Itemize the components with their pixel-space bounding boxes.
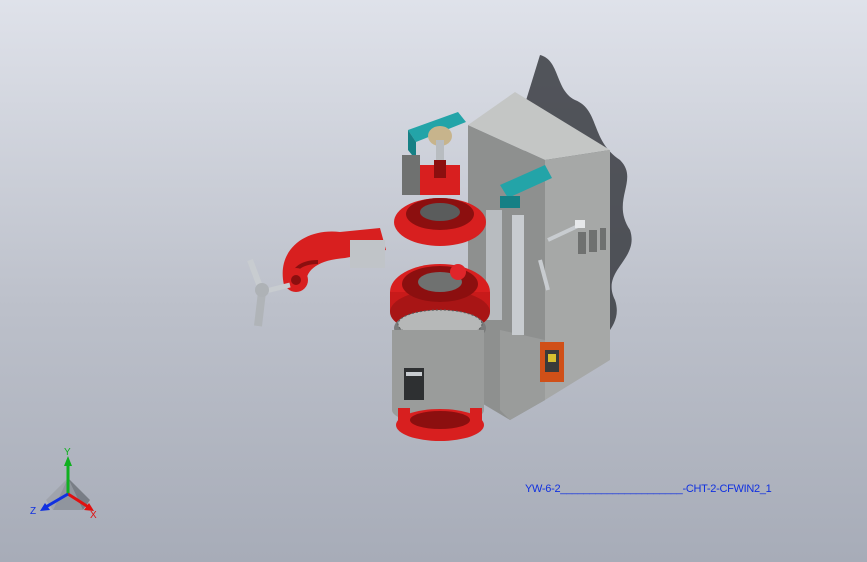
- part-name-label[interactable]: YW-6-2_____________________-CHT-2-CFWIN2…: [525, 483, 772, 495]
- 3d-model[interactable]: [0, 0, 867, 562]
- x-axis-label: X: [90, 510, 97, 521]
- y-axis-label: Y: [64, 448, 71, 458]
- z-axis-label: Z: [30, 506, 36, 517]
- orientation-triad[interactable]: Y X Z: [28, 448, 108, 523]
- graphics-viewport[interactable]: YW-6-2_____________________-CHT-2-CFWIN2…: [0, 0, 867, 562]
